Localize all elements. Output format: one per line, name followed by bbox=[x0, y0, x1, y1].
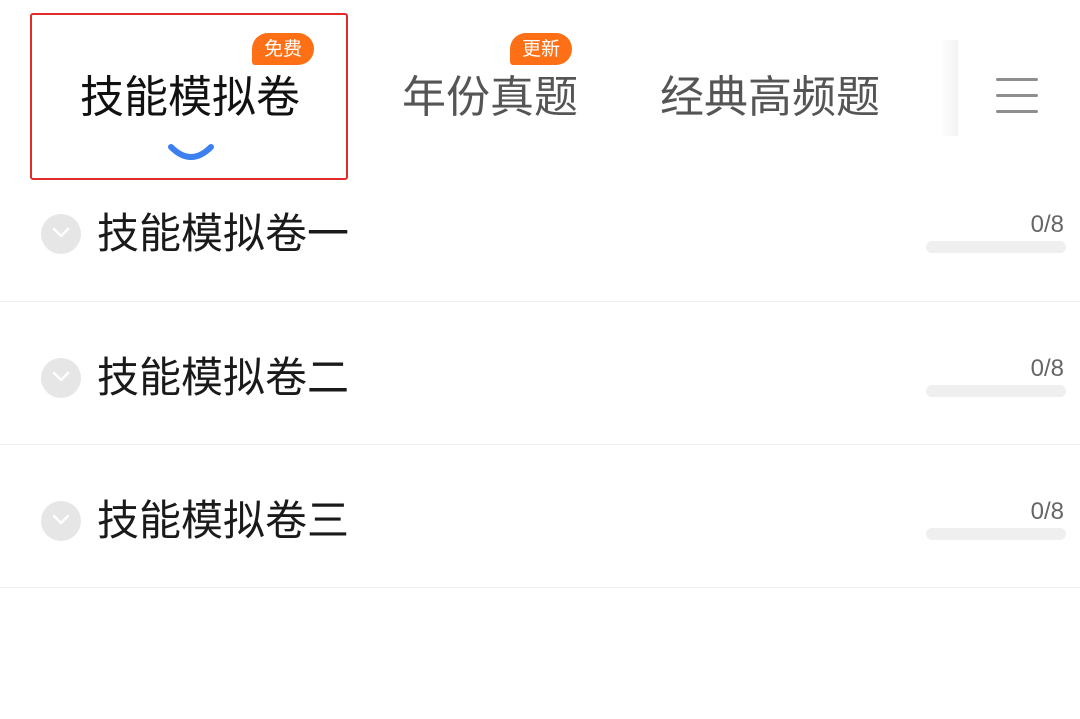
page: 技能模拟卷 免费 年份真题 更新 经典高频题 技能模拟卷一 0/8 技能模拟卷二… bbox=[0, 0, 1080, 719]
free-badge: 免费 bbox=[252, 33, 315, 65]
list-item[interactable]: 技能模拟卷一 0/8 bbox=[0, 178, 1080, 302]
paper-title: 技能模拟卷二 bbox=[97, 353, 350, 402]
paper-title: 技能模拟卷三 bbox=[97, 496, 350, 545]
tab-label: 技能模拟卷 bbox=[80, 72, 300, 123]
tab-skill-mock-papers[interactable]: 技能模拟卷 bbox=[32, 58, 348, 138]
tab-past-year-exams[interactable]: 年份真题 bbox=[390, 58, 590, 138]
updated-badge: 更新 bbox=[510, 33, 573, 65]
chevron-down-icon[interactable] bbox=[41, 358, 81, 398]
hamburger-menu-icon[interactable] bbox=[992, 74, 1044, 118]
tab-fade-edge bbox=[940, 40, 958, 136]
tab-label: 年份真题 bbox=[402, 72, 578, 123]
tab-label: 经典高频题 bbox=[660, 72, 880, 123]
progress-count: 0/8 bbox=[1030, 355, 1064, 382]
progress-bar bbox=[926, 385, 1066, 397]
list-item[interactable]: 技能模拟卷二 0/8 bbox=[0, 302, 1080, 445]
paper-title: 技能模拟卷一 bbox=[97, 209, 350, 258]
progress-count: 0/8 bbox=[1030, 211, 1064, 238]
chevron-down-icon[interactable] bbox=[41, 214, 81, 254]
progress-count: 0/8 bbox=[1030, 498, 1064, 525]
category-tab-bar: 技能模拟卷 免费 年份真题 更新 经典高频题 bbox=[0, 0, 1080, 180]
progress-bar bbox=[926, 241, 1066, 253]
active-tab-indicator bbox=[168, 144, 214, 160]
chevron-down-icon[interactable] bbox=[41, 501, 81, 541]
progress-bar bbox=[926, 528, 1066, 540]
tab-classic-frequent-questions[interactable]: 经典高频题 bbox=[640, 58, 900, 138]
paper-list: 技能模拟卷一 0/8 技能模拟卷二 0/8 技能模拟卷三 0/8 bbox=[0, 178, 1080, 588]
list-item[interactable]: 技能模拟卷三 0/8 bbox=[0, 445, 1080, 588]
